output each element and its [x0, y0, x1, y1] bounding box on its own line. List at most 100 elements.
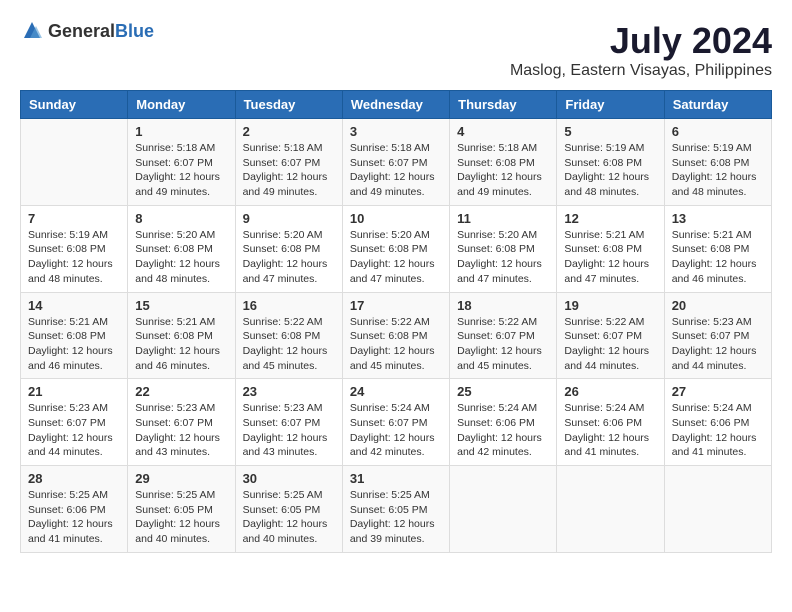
day-info: Sunrise: 5:25 AM Sunset: 6:05 PM Dayligh…: [135, 488, 227, 547]
day-number: 26: [564, 384, 656, 399]
logo-text-general: General: [48, 21, 115, 41]
header-monday: Monday: [128, 91, 235, 119]
day-info: Sunrise: 5:18 AM Sunset: 6:08 PM Dayligh…: [457, 141, 549, 200]
day-info: Sunrise: 5:22 AM Sunset: 6:07 PM Dayligh…: [457, 315, 549, 374]
day-number: 13: [672, 211, 764, 226]
header-tuesday: Tuesday: [235, 91, 342, 119]
calendar-cell: 31 Sunrise: 5:25 AM Sunset: 6:05 PM Dayli…: [342, 466, 449, 553]
day-number: 6: [672, 124, 764, 139]
day-info: Sunrise: 5:21 AM Sunset: 6:08 PM Dayligh…: [28, 315, 120, 374]
day-number: 28: [28, 471, 120, 486]
page-header: GeneralBlue July 2024 Maslog, Eastern Vi…: [20, 20, 772, 80]
day-info: Sunrise: 5:18 AM Sunset: 6:07 PM Dayligh…: [243, 141, 335, 200]
calendar-cell: 10Sunrise: 5:20 AM Sunset: 6:08 PM Dayli…: [342, 205, 449, 292]
calendar-cell: 22 Sunrise: 5:23 AM Sunset: 6:07 PM Dayli…: [128, 379, 235, 466]
day-info: Sunrise: 5:19 AM Sunset: 6:08 PM Dayligh…: [28, 228, 120, 287]
day-info: Sunrise: 5:25 AM Sunset: 6:05 PM Dayligh…: [350, 488, 442, 547]
day-number: 17: [350, 298, 442, 313]
day-number: 11: [457, 211, 549, 226]
calendar-cell: 4 Sunrise: 5:18 AM Sunset: 6:08 PM Daylig…: [450, 119, 557, 206]
calendar-cell: 3 Sunrise: 5:18 AM Sunset: 6:07 PM Daylig…: [342, 119, 449, 206]
day-info: Sunrise: 5:20 AM Sunset: 6:08 PM Dayligh…: [243, 228, 335, 287]
calendar-cell: 26 Sunrise: 5:24 AM Sunset: 6:06 PM Dayli…: [557, 379, 664, 466]
calendar-cell: 20 Sunrise: 5:23 AM Sunset: 6:07 PM Dayli…: [664, 292, 771, 379]
calendar-cell: 23 Sunrise: 5:23 AM Sunset: 6:07 PM Dayli…: [235, 379, 342, 466]
calendar-week-4: 21 Sunrise: 5:23 AM Sunset: 6:07 PM Dayli…: [21, 379, 772, 466]
day-info: Sunrise: 5:22 AM Sunset: 6:08 PM Dayligh…: [243, 315, 335, 374]
location-title: Maslog, Eastern Visayas, Philippines: [510, 62, 772, 80]
header-wednesday: Wednesday: [342, 91, 449, 119]
calendar-cell: [664, 466, 771, 553]
calendar-week-2: 7 Sunrise: 5:19 AM Sunset: 6:08 PM Daylig…: [21, 205, 772, 292]
day-info: Sunrise: 5:24 AM Sunset: 6:06 PM Dayligh…: [672, 401, 764, 460]
calendar-cell: 29 Sunrise: 5:25 AM Sunset: 6:05 PM Dayli…: [128, 466, 235, 553]
calendar-cell: 8Sunrise: 5:20 AM Sunset: 6:08 PM Daylig…: [128, 205, 235, 292]
calendar-week-1: 1Sunrise: 5:18 AM Sunset: 6:07 PM Daylig…: [21, 119, 772, 206]
calendar-cell: 18 Sunrise: 5:22 AM Sunset: 6:07 PM Dayli…: [450, 292, 557, 379]
day-info: Sunrise: 5:19 AM Sunset: 6:08 PM Dayligh…: [564, 141, 656, 200]
calendar-cell: 7 Sunrise: 5:19 AM Sunset: 6:08 PM Daylig…: [21, 205, 128, 292]
calendar-table: SundayMondayTuesdayWednesdayThursdayFrid…: [20, 90, 772, 553]
day-number: 7: [28, 211, 120, 226]
calendar-week-5: 28 Sunrise: 5:25 AM Sunset: 6:06 PM Dayli…: [21, 466, 772, 553]
calendar-cell: 12 Sunrise: 5:21 AM Sunset: 6:08 PM Dayli…: [557, 205, 664, 292]
day-number: 25: [457, 384, 549, 399]
logo: GeneralBlue: [20, 20, 154, 44]
calendar-cell: 24Sunrise: 5:24 AM Sunset: 6:07 PM Dayli…: [342, 379, 449, 466]
day-number: 31: [350, 471, 442, 486]
calendar-cell: 5 Sunrise: 5:19 AM Sunset: 6:08 PM Daylig…: [557, 119, 664, 206]
day-info: Sunrise: 5:21 AM Sunset: 6:08 PM Dayligh…: [564, 228, 656, 287]
day-number: 14: [28, 298, 120, 313]
day-number: 2: [243, 124, 335, 139]
day-info: Sunrise: 5:24 AM Sunset: 6:06 PM Dayligh…: [564, 401, 656, 460]
day-info: Sunrise: 5:21 AM Sunset: 6:08 PM Dayligh…: [135, 315, 227, 374]
day-number: 12: [564, 211, 656, 226]
calendar-cell: 28 Sunrise: 5:25 AM Sunset: 6:06 PM Dayli…: [21, 466, 128, 553]
calendar-cell: 9 Sunrise: 5:20 AM Sunset: 6:08 PM Daylig…: [235, 205, 342, 292]
day-info: Sunrise: 5:21 AM Sunset: 6:08 PM Dayligh…: [672, 228, 764, 287]
calendar-cell: 2 Sunrise: 5:18 AM Sunset: 6:07 PM Daylig…: [235, 119, 342, 206]
day-info: Sunrise: 5:23 AM Sunset: 6:07 PM Dayligh…: [672, 315, 764, 374]
logo-icon: [20, 20, 44, 44]
header-friday: Friday: [557, 91, 664, 119]
header-thursday: Thursday: [450, 91, 557, 119]
day-number: 10: [350, 211, 442, 226]
day-number: 21: [28, 384, 120, 399]
calendar-header-row: SundayMondayTuesdayWednesdayThursdayFrid…: [21, 91, 772, 119]
day-number: 19: [564, 298, 656, 313]
day-info: Sunrise: 5:20 AM Sunset: 6:08 PM Dayligh…: [457, 228, 549, 287]
day-number: 9: [243, 211, 335, 226]
day-number: 22: [135, 384, 227, 399]
day-number: 30: [243, 471, 335, 486]
day-number: 8: [135, 211, 227, 226]
calendar-cell: [450, 466, 557, 553]
calendar-cell: 25 Sunrise: 5:24 AM Sunset: 6:06 PM Dayli…: [450, 379, 557, 466]
day-number: 23: [243, 384, 335, 399]
day-info: Sunrise: 5:24 AM Sunset: 6:07 PM Dayligh…: [350, 401, 442, 460]
day-number: 27: [672, 384, 764, 399]
day-number: 16: [243, 298, 335, 313]
day-number: 5: [564, 124, 656, 139]
title-section: July 2024 Maslog, Eastern Visayas, Phili…: [510, 20, 772, 80]
calendar-cell: 15Sunrise: 5:21 AM Sunset: 6:08 PM Dayli…: [128, 292, 235, 379]
calendar-cell: 1Sunrise: 5:18 AM Sunset: 6:07 PM Daylig…: [128, 119, 235, 206]
calendar-cell: 13 Sunrise: 5:21 AM Sunset: 6:08 PM Dayli…: [664, 205, 771, 292]
day-info: Sunrise: 5:18 AM Sunset: 6:07 PM Dayligh…: [350, 141, 442, 200]
month-title: July 2024: [510, 20, 772, 62]
day-info: Sunrise: 5:24 AM Sunset: 6:06 PM Dayligh…: [457, 401, 549, 460]
day-number: 29: [135, 471, 227, 486]
day-info: Sunrise: 5:25 AM Sunset: 6:06 PM Dayligh…: [28, 488, 120, 547]
day-number: 18: [457, 298, 549, 313]
day-number: 3: [350, 124, 442, 139]
day-info: Sunrise: 5:23 AM Sunset: 6:07 PM Dayligh…: [243, 401, 335, 460]
day-number: 4: [457, 124, 549, 139]
calendar-cell: 17Sunrise: 5:22 AM Sunset: 6:08 PM Dayli…: [342, 292, 449, 379]
calendar-cell: [557, 466, 664, 553]
day-number: 20: [672, 298, 764, 313]
calendar-cell: 30 Sunrise: 5:25 AM Sunset: 6:05 PM Dayli…: [235, 466, 342, 553]
day-info: Sunrise: 5:18 AM Sunset: 6:07 PM Dayligh…: [135, 141, 227, 200]
logo-text-blue: Blue: [115, 21, 154, 41]
day-info: Sunrise: 5:25 AM Sunset: 6:05 PM Dayligh…: [243, 488, 335, 547]
calendar-week-3: 14 Sunrise: 5:21 AM Sunset: 6:08 PM Dayli…: [21, 292, 772, 379]
day-info: Sunrise: 5:23 AM Sunset: 6:07 PM Dayligh…: [135, 401, 227, 460]
